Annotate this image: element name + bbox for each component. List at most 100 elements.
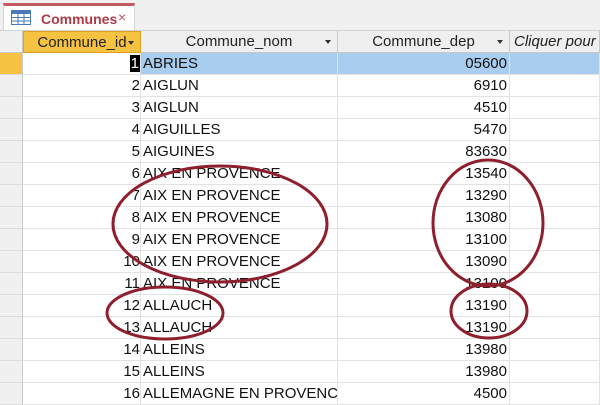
table-row[interactable]: 2 AIGLUN 6910 [0,75,600,97]
row-selector[interactable] [0,185,23,207]
cell-commune-dep[interactable]: 13080 [338,207,510,229]
cell-empty[interactable] [510,273,600,295]
close-icon[interactable]: × [118,9,126,25]
row-selector[interactable] [0,273,23,295]
cell-commune-dep[interactable]: 13190 [338,317,510,339]
table-row[interactable]: 13 ALLAUCH 13190 [0,317,600,339]
cell-commune-nom[interactable]: AIX EN PROVENCE [141,251,338,273]
cell-commune-dep[interactable]: 05600 [338,53,510,75]
cell-commune-id[interactable]: 15 [23,361,141,383]
cell-commune-dep[interactable]: 13980 [338,361,510,383]
cell-commune-dep[interactable]: 13540 [338,163,510,185]
row-selector[interactable] [0,229,23,251]
cell-commune-nom[interactable]: ALLEINS [141,339,338,361]
table-row[interactable]: 12 ALLAUCH 13190 [0,295,600,317]
cell-commune-nom[interactable]: ALLAUCH [141,295,338,317]
cell-commune-dep[interactable]: 83630 [338,141,510,163]
row-selector[interactable] [0,383,23,405]
cell-commune-dep[interactable]: 4500 [338,383,510,405]
cell-empty[interactable] [510,75,600,97]
column-header-add-field[interactable]: Cliquer pour [510,31,600,53]
row-selector[interactable] [0,163,23,185]
cell-commune-id[interactable]: 10 [23,251,141,273]
cell-empty[interactable] [510,229,600,251]
table-row[interactable]: 11 AIX EN PROVENCE 13100 [0,273,600,295]
cell-commune-nom[interactable]: AIGLUN [141,97,338,119]
cell-commune-nom[interactable]: AIX EN PROVENCE [141,185,338,207]
cell-commune-dep[interactable]: 13100 [338,229,510,251]
table-row[interactable]: 3 AIGLUN 4510 [0,97,600,119]
cell-empty[interactable] [510,383,600,405]
cell-commune-id[interactable]: 14 [23,339,141,361]
cell-commune-id[interactable]: 8 [23,207,141,229]
cell-commune-id[interactable]: 6 [23,163,141,185]
chevron-down-icon[interactable] [497,40,503,44]
tab-communes[interactable]: Communes × [3,3,135,31]
row-selector[interactable] [0,53,23,75]
cell-commune-nom[interactable]: ALLAUCH [141,317,338,339]
cell-commune-id[interactable]: 16 [23,383,141,405]
cell-commune-id[interactable]: 12 [23,295,141,317]
row-selector[interactable] [0,251,23,273]
cell-commune-id[interactable]: 1 [23,53,141,75]
column-header-commune-dep[interactable]: Commune_dep [338,31,510,53]
cell-commune-dep[interactable]: 13100 [338,273,510,295]
cell-commune-nom[interactable]: AIX EN PROVENCE [141,163,338,185]
cell-empty[interactable] [510,119,600,141]
row-selector[interactable] [0,361,23,383]
cell-empty[interactable] [510,53,600,75]
cell-empty[interactable] [510,295,600,317]
chevron-down-icon[interactable] [325,40,331,44]
cell-empty[interactable] [510,97,600,119]
cell-commune-nom[interactable]: AIX EN PROVENCE [141,273,338,295]
row-selector[interactable] [0,141,23,163]
table-row[interactable]: 6 AIX EN PROVENCE 13540 [0,163,600,185]
cell-empty[interactable] [510,361,600,383]
column-header-commune-id[interactable]: Commune_id [23,31,141,53]
table-row[interactable]: 14 ALLEINS 13980 [0,339,600,361]
row-selector[interactable] [0,97,23,119]
cell-commune-id[interactable]: 2 [23,75,141,97]
table-row[interactable]: 16 ALLEMAGNE EN PROVENCE 4500 [0,383,600,405]
select-all-button[interactable] [0,31,23,53]
row-selector[interactable] [0,75,23,97]
table-row[interactable]: 10 AIX EN PROVENCE 13090 [0,251,600,273]
cell-commune-nom[interactable]: ALLEMAGNE EN PROVENCE [141,383,338,405]
chevron-down-icon[interactable] [128,41,134,45]
cell-commune-nom[interactable]: AIX EN PROVENCE [141,207,338,229]
cell-empty[interactable] [510,163,600,185]
cell-empty[interactable] [510,317,600,339]
cell-commune-nom[interactable]: ALLEINS [141,361,338,383]
cell-empty[interactable] [510,207,600,229]
table-row[interactable]: 5 AIGUINES 83630 [0,141,600,163]
row-selector[interactable] [0,317,23,339]
row-selector[interactable] [0,119,23,141]
cell-commune-id[interactable]: 13 [23,317,141,339]
cell-commune-nom[interactable]: AIGUINES [141,141,338,163]
cell-commune-dep[interactable]: 4510 [338,97,510,119]
table-row[interactable]: 15 ALLEINS 13980 [0,361,600,383]
cell-commune-id[interactable]: 5 [23,141,141,163]
cell-commune-nom[interactable]: AIGUILLES [141,119,338,141]
cell-commune-id[interactable]: 3 [23,97,141,119]
cell-commune-dep[interactable]: 5470 [338,119,510,141]
table-row[interactable]: 7 AIX EN PROVENCE 13290 [0,185,600,207]
cell-commune-id[interactable]: 7 [23,185,141,207]
table-row[interactable]: 1 ABRIES 05600 [0,53,600,75]
cell-commune-dep[interactable]: 13190 [338,295,510,317]
table-row[interactable]: 9 AIX EN PROVENCE 13100 [0,229,600,251]
table-row[interactable]: 8 AIX EN PROVENCE 13080 [0,207,600,229]
row-selector[interactable] [0,295,23,317]
cell-empty[interactable] [510,141,600,163]
table-row[interactable]: 4 AIGUILLES 5470 [0,119,600,141]
cell-commune-dep[interactable]: 13980 [338,339,510,361]
cell-empty[interactable] [510,185,600,207]
row-selector[interactable] [0,339,23,361]
cell-commune-id[interactable]: 9 [23,229,141,251]
cell-commune-dep[interactable]: 13090 [338,251,510,273]
cell-commune-id[interactable]: 4 [23,119,141,141]
cell-commune-nom[interactable]: AIX EN PROVENCE [141,229,338,251]
cell-commune-dep[interactable]: 13290 [338,185,510,207]
row-selector[interactable] [0,207,23,229]
cell-empty[interactable] [510,339,600,361]
